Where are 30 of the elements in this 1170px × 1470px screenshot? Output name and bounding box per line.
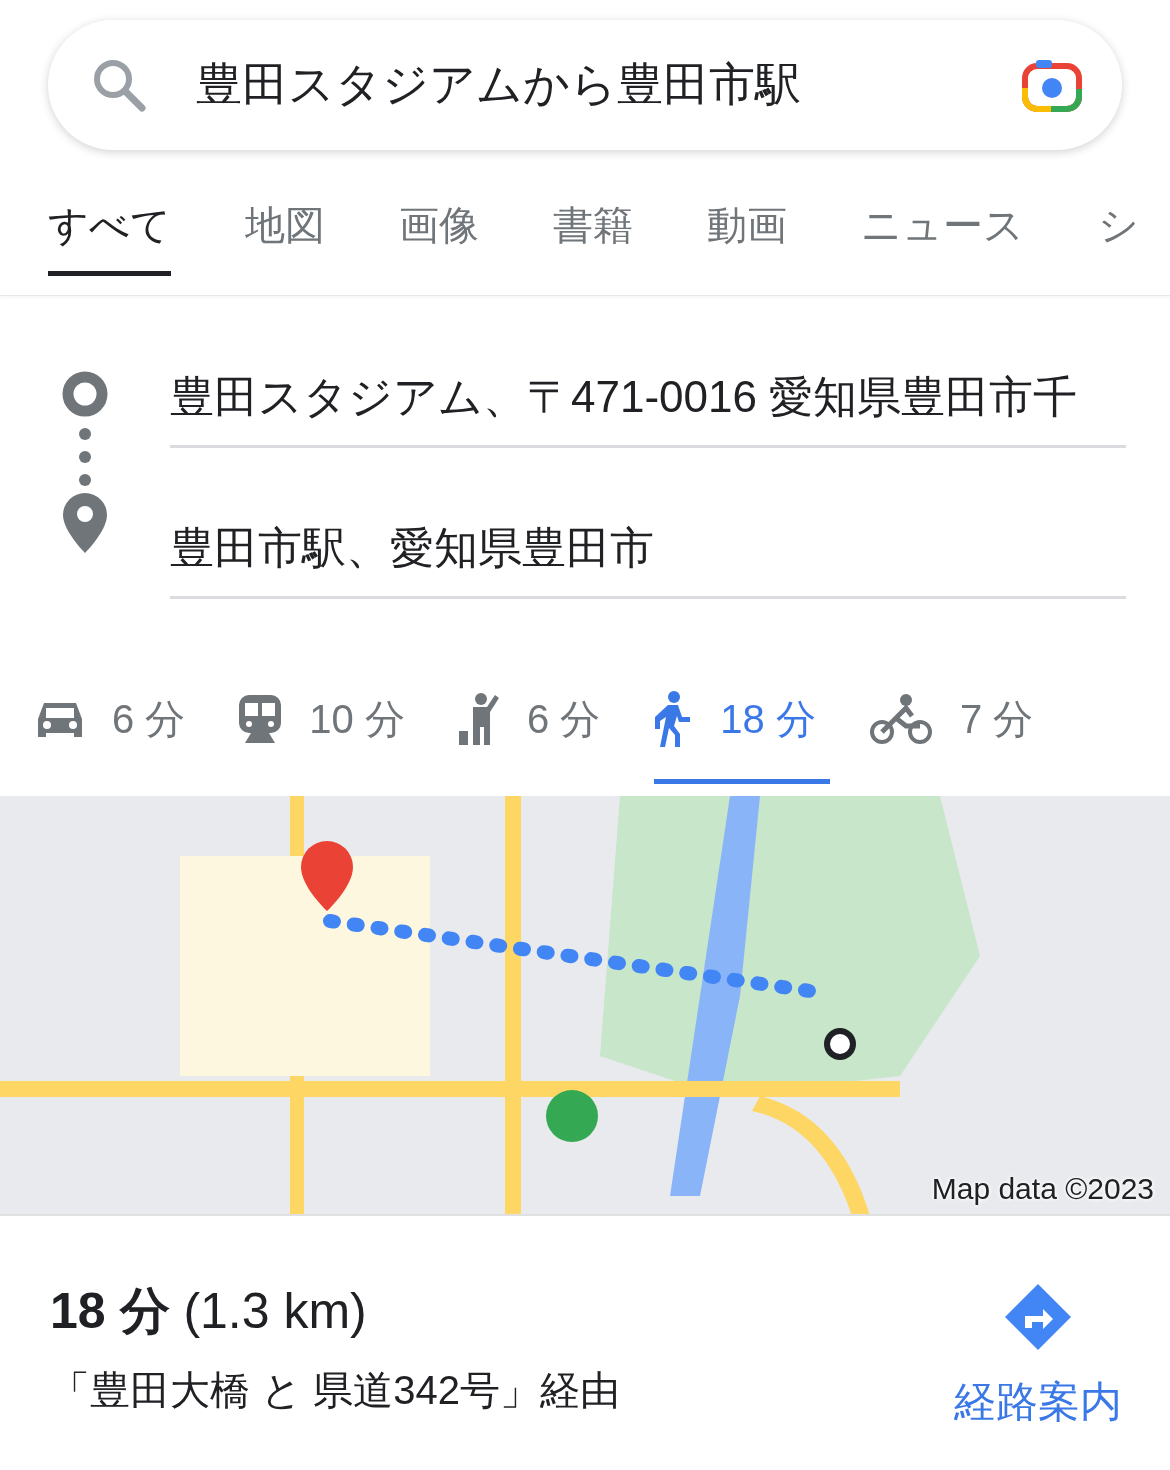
- tab[interactable]: 地図: [245, 188, 325, 276]
- search-field[interactable]: 豊田スタジアムから豊田市駅: [48, 20, 1122, 150]
- search-icon[interactable]: [92, 58, 146, 112]
- bicycle-icon: [869, 694, 932, 744]
- tab[interactable]: 画像: [399, 188, 479, 276]
- search-query: 豊田スタジアムから豊田市駅: [196, 57, 802, 112]
- route-via: 「豊田大橋 と 県道342号」経由: [50, 1367, 620, 1414]
- travel-mode-tab[interactable]: 10 分: [239, 679, 419, 784]
- person-waving-icon: [458, 693, 499, 745]
- origin-icon: [62, 371, 108, 417]
- dots-icon: [78, 427, 92, 487]
- destination-field[interactable]: 豊田市駅、愛知県豊田市: [170, 500, 1126, 599]
- route-duration: 18 分 (1.3 km): [50, 1282, 368, 1341]
- tab[interactable]: 書籍: [553, 188, 633, 276]
- tab[interactable]: すべて: [48, 188, 171, 276]
- tab[interactable]: シ: [1098, 188, 1139, 276]
- train-icon: [239, 695, 282, 743]
- travel-mode-tab[interactable]: 6 分: [458, 679, 615, 784]
- travel-mode-tab[interactable]: 7 分: [869, 679, 1048, 784]
- tab[interactable]: 動画: [707, 188, 787, 276]
- travel-mode-tab[interactable]: 18 分: [654, 679, 830, 784]
- origin-field[interactable]: 豊田スタジアム、〒471-0016 愛知県豊田市千: [170, 349, 1126, 448]
- directions-button[interactable]: 経路案内: [954, 1284, 1122, 1430]
- map-attribution: Map data ©2023: [931, 1172, 1154, 1206]
- directions-icon: [1005, 1284, 1071, 1350]
- travel-mode-tab[interactable]: 6 分: [36, 679, 200, 784]
- walking-person-icon: [654, 691, 693, 747]
- tab[interactable]: ニュース: [861, 188, 1024, 276]
- pin-icon: [63, 493, 107, 553]
- camera-icon[interactable]: [1022, 58, 1082, 112]
